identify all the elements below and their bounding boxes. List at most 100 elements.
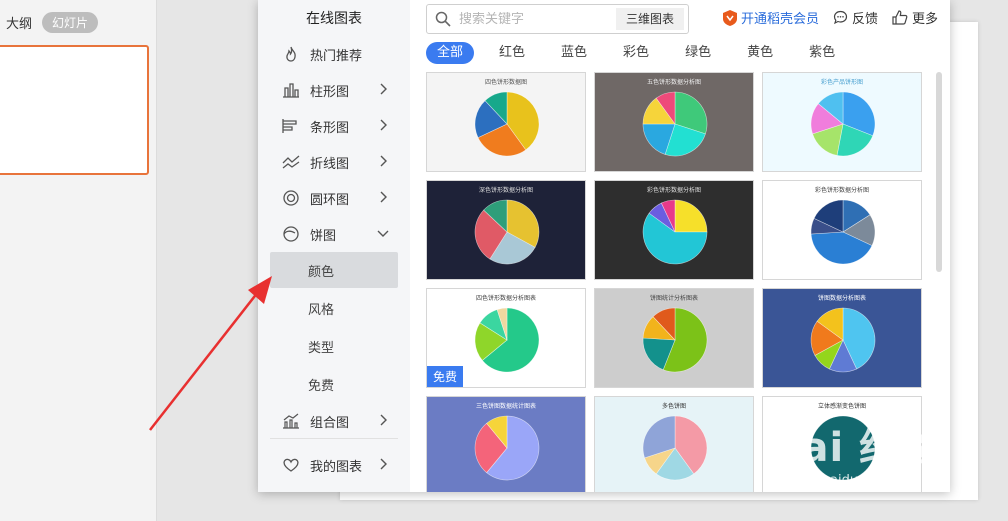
pie-chart-icon <box>280 225 302 243</box>
chevron-right-icon <box>380 155 387 167</box>
vip-label: 开通稻壳会员 <box>740 12 819 27</box>
more-label: 更多 <box>911 12 938 27</box>
sidebar-item-pie[interactable]: 饼图 <box>270 216 398 252</box>
pie-slice <box>674 199 708 233</box>
chart-template-card[interactable]: 三色饼图数据统计图表 <box>426 396 586 492</box>
slide-thumbnail[interactable] <box>0 45 149 175</box>
card-title: 彩色饼形数据分析图 <box>814 187 869 194</box>
pie-preview <box>810 307 876 373</box>
more-button[interactable]: 更多 <box>892 8 938 27</box>
chart-template-card[interactable]: 彩色饼形数据分析图 <box>594 180 754 280</box>
scrollbar[interactable] <box>936 72 942 272</box>
sidebar-item-label: 折线图 <box>310 156 350 172</box>
sidebar-item-label: 条形图 <box>310 120 350 136</box>
chart-template-card[interactable]: 四色饼形数据图 <box>426 72 586 172</box>
sidebar-item-donut[interactable]: 圆环图 <box>270 180 398 216</box>
card-title: 四色饼形数据图 <box>484 79 527 86</box>
chevron-right-icon <box>380 191 387 203</box>
chevron-right-icon <box>380 119 387 131</box>
line-chart-icon <box>280 153 302 171</box>
baidu-watermark: Bai 经验 jingyan.baidu.com <box>770 415 990 505</box>
chart-template-card[interactable]: 深色饼形数据分析图 <box>426 180 586 280</box>
filter-green[interactable]: 绿色 <box>674 42 722 64</box>
chart-template-card[interactable]: 多色饼图 <box>594 396 754 492</box>
chevron-down-icon <box>377 230 389 237</box>
sidebar-item-my-charts[interactable]: 我的图表 <box>270 447 398 483</box>
filter-red[interactable]: 红色 <box>488 42 536 64</box>
tab-slides[interactable]: 幻灯片 <box>42 12 99 33</box>
card-title: 彩色饼形数据分析图 <box>646 187 701 194</box>
card-title: 彩色产品饼形图 <box>820 79 863 86</box>
pie-preview <box>642 199 708 265</box>
sidebar-item-label: 圆环图 <box>310 192 350 208</box>
pie-sub-free[interactable]: 免费 <box>270 366 398 402</box>
chart-template-card[interactable]: 彩色产品饼形图 <box>762 72 922 172</box>
watermark-logo: Bai 经验 <box>770 425 942 471</box>
sidebar-item-bar[interactable]: 条形图 <box>270 108 398 144</box>
pie-preview <box>810 91 876 157</box>
top-actions: 开通稻壳会员 反馈 更多 <box>722 8 938 27</box>
card-title: 立体感渐变色饼图 <box>817 403 866 410</box>
red-arrow-annotation <box>149 276 272 431</box>
chevron-right-icon <box>380 83 387 95</box>
free-badge: 免费 <box>427 366 464 387</box>
card-title: 四色饼形数据分析图表 <box>475 295 536 302</box>
chevron-right-icon <box>380 458 387 470</box>
sidebar-title: 在线图表 <box>306 11 362 27</box>
sidebar-item-label: 我的图表 <box>310 459 363 475</box>
pie-preview <box>810 199 876 265</box>
search-icon[interactable] <box>435 11 451 27</box>
sidebar-item-label: 热门推荐 <box>310 48 363 64</box>
donut-chart-icon <box>280 189 302 207</box>
pie-preview <box>642 91 708 157</box>
flame-icon <box>280 45 302 63</box>
search-input[interactable] <box>459 11 589 27</box>
card-title: 三色饼图数据统计图表 <box>475 403 536 410</box>
sidebar-item-label: 饼图 <box>310 228 337 244</box>
bar-chart-icon <box>280 81 302 99</box>
chart-template-card[interactable]: 饼图统计分析图表 <box>594 288 754 388</box>
shield-icon <box>722 9 737 26</box>
filter-multicolor[interactable]: 彩色 <box>612 42 660 64</box>
pie-sub-style[interactable]: 风格 <box>270 290 398 326</box>
pane-tabs: 大纲 幻灯片 <box>6 12 99 33</box>
chart-template-card[interactable]: 饼图数据分析图表 <box>762 288 922 388</box>
feedback-label: 反馈 <box>851 12 878 27</box>
filter-yellow[interactable]: 黄色 <box>736 42 784 64</box>
filter-blue[interactable]: 蓝色 <box>550 42 598 64</box>
filter-purple[interactable]: 紫色 <box>798 42 846 64</box>
chevron-right-icon <box>380 414 387 426</box>
chart-template-card[interactable]: 四色饼形数据分析图表免费 <box>426 288 586 388</box>
chat-icon <box>833 10 848 25</box>
sidebar-item-label: 柱形图 <box>310 84 350 100</box>
pie-preview <box>642 307 708 373</box>
card-title: 多色饼图 <box>661 403 686 410</box>
sidebar-item-column[interactable]: 柱形图 <box>270 72 398 108</box>
horizontal-bar-icon <box>280 117 302 135</box>
filter-all[interactable]: 全部 <box>426 42 475 64</box>
watermark-url: jingyan.baidu.com <box>770 473 890 488</box>
tab-outline[interactable]: 大纲 <box>6 13 32 32</box>
pie-preview <box>474 199 540 265</box>
search-box: 三维图表 <box>426 4 689 34</box>
sidebar-item-combo[interactable]: 组合图 <box>270 403 398 439</box>
card-title: 饼图数据分析图表 <box>817 295 866 302</box>
card-title: 饼图统计分析图表 <box>649 295 698 302</box>
card-title: 五色饼形数据分析图 <box>646 79 701 86</box>
vip-button[interactable]: 开通稻壳会员 <box>722 8 819 27</box>
3d-chart-tag[interactable]: 三维图表 <box>615 8 684 30</box>
sidebar-item-hot[interactable]: 热门推荐 <box>270 36 398 72</box>
pie-sub-color[interactable]: 颜色 <box>270 252 398 288</box>
combo-chart-icon <box>280 412 302 430</box>
pie-preview <box>474 307 540 373</box>
outline-pane: 大纲 幻灯片 <box>0 0 157 521</box>
sidebar-item-line[interactable]: 折线图 <box>270 144 398 180</box>
thumbs-up-icon <box>892 10 908 25</box>
chart-sidebar: 在线图表 热门推荐 柱形图 条形图 折线图 圆环图 饼图 颜色 风格 类型 免费… <box>258 0 410 492</box>
feedback-button[interactable]: 反馈 <box>833 8 878 27</box>
color-filters: 全部 红色 蓝色 彩色 绿色 黄色 紫色 <box>426 42 860 64</box>
chart-template-card[interactable]: 五色饼形数据分析图 <box>594 72 754 172</box>
pie-preview <box>642 415 708 481</box>
pie-sub-type[interactable]: 类型 <box>270 328 398 364</box>
chart-template-card[interactable]: 彩色饼形数据分析图 <box>762 180 922 280</box>
